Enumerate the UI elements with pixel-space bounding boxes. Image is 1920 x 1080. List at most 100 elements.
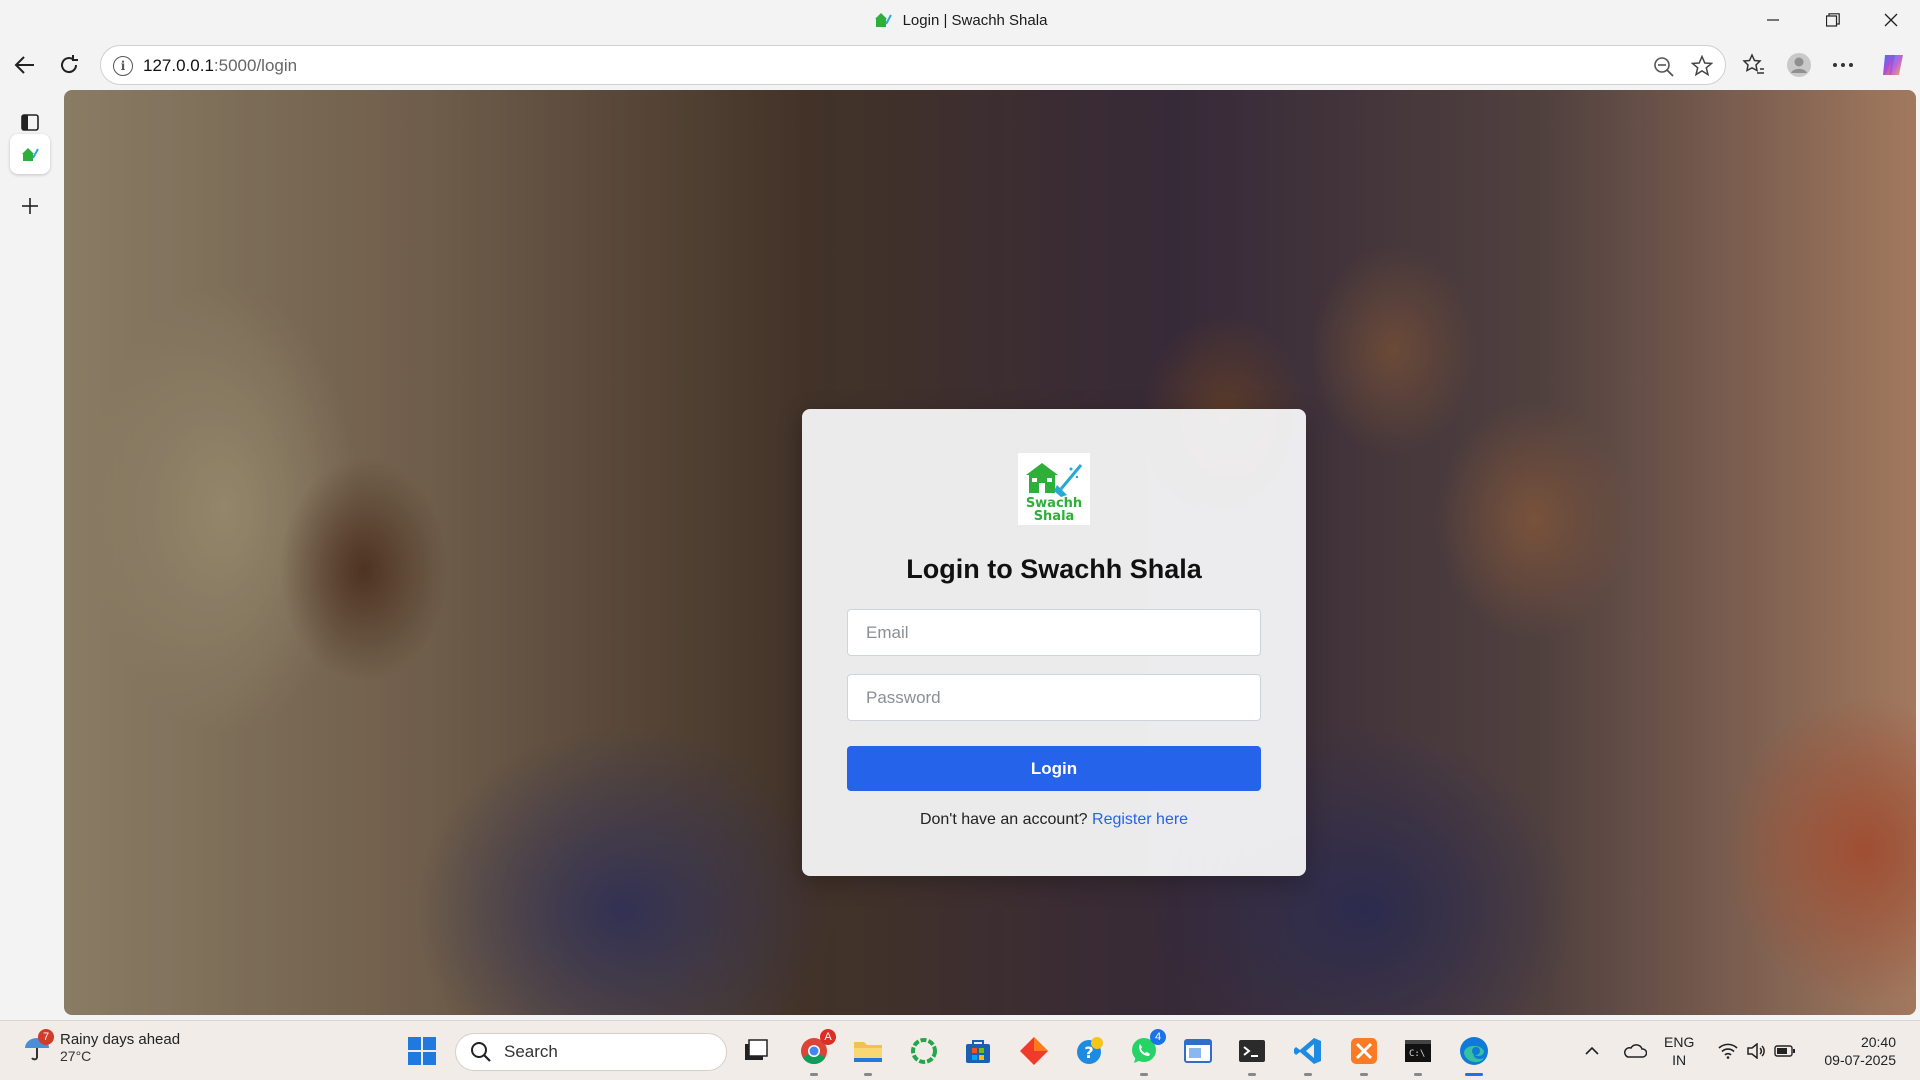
- vscode-icon: [1294, 1038, 1321, 1064]
- svg-text:?: ?: [1084, 1043, 1093, 1062]
- login-button[interactable]: Login: [847, 746, 1261, 791]
- green-ring-app-icon: [911, 1038, 937, 1064]
- swachh-shala-tab-favicon-icon: [22, 148, 39, 161]
- tab-swachh-shala-login[interactable]: [10, 134, 50, 174]
- zoom-out-icon[interactable]: [1653, 56, 1675, 78]
- battery-icon: [1774, 1045, 1795, 1057]
- minimize-icon: [1767, 19, 1779, 21]
- weather-widget[interactable]: 7 Rainy days ahead 27°C: [22, 1028, 181, 1064]
- title-bar: Login | Swachh Shala: [0, 0, 1920, 40]
- swachh-shala-favicon-icon: [874, 13, 892, 27]
- volume-button[interactable]: [1742, 1021, 1770, 1080]
- question-help-icon: ?: [1077, 1037, 1103, 1064]
- more-options-icon: [1833, 63, 1853, 67]
- window-title-text: Login | Swachh Shala: [902, 11, 1048, 29]
- school-broom-logo-icon: [1026, 463, 1083, 497]
- profile-avatar-icon: [1787, 53, 1811, 77]
- clock-date: 09-07-2025: [1824, 1052, 1896, 1068]
- clock-time: 20:40: [1860, 1034, 1896, 1050]
- chevron-up-icon: [1585, 1046, 1599, 1055]
- show-hidden-icons-button[interactable]: [1580, 1021, 1604, 1080]
- taskbar-whatsapp[interactable]: 4: [1126, 1029, 1166, 1076]
- windows-start-icon: [408, 1037, 436, 1065]
- folder-icon: [854, 1042, 882, 1062]
- task-view-icon: [745, 1039, 768, 1060]
- taskbar-microsoft-store[interactable]: [960, 1033, 996, 1069]
- store-bag-icon: [966, 1040, 990, 1063]
- vertical-tabs-sidebar: [0, 90, 60, 1020]
- tab-actions-icon: [21, 114, 39, 131]
- refresh-icon: [61, 55, 78, 74]
- back-arrow-icon: [14, 56, 34, 74]
- new-tab-button[interactable]: [10, 186, 50, 226]
- start-button[interactable]: [404, 1033, 440, 1069]
- onedrive-button[interactable]: [1620, 1021, 1650, 1080]
- cloud-icon: [1624, 1044, 1647, 1058]
- command-prompt-icon: C:\: [1405, 1040, 1431, 1062]
- taskbar-search-box[interactable]: Search: [455, 1033, 727, 1071]
- address-bar[interactable]: i 127.0.0.1:5000/login: [100, 45, 1726, 85]
- password-field[interactable]: [847, 674, 1261, 721]
- taskbar-helper-app[interactable]: ?: [1072, 1033, 1108, 1069]
- settings-more-button[interactable]: [1826, 48, 1860, 82]
- swachh-shala-logo: Swachh Shala: [1018, 453, 1090, 525]
- weather-title: Rainy days ahead: [60, 1031, 181, 1048]
- taskbar-terminal[interactable]: [1234, 1033, 1270, 1076]
- taskbar-vscode[interactable]: [1290, 1033, 1326, 1076]
- minimize-button[interactable]: [1750, 0, 1796, 40]
- task-view-button[interactable]: [738, 1033, 774, 1069]
- edge-icon: [1460, 1037, 1488, 1065]
- register-link[interactable]: Register here: [1092, 811, 1188, 828]
- svg-text:C:\: C:\: [1409, 1049, 1425, 1059]
- region-code: IN: [1672, 1052, 1687, 1068]
- register-prompt: Don't have an account? Register here: [802, 811, 1306, 829]
- taskbar-green-app[interactable]: [906, 1033, 942, 1069]
- taskbar-command-prompt[interactable]: C:\: [1400, 1033, 1436, 1076]
- logo-text-shala: Shala: [1033, 509, 1075, 524]
- system-clock[interactable]: 20:40 09-07-2025: [1810, 1033, 1896, 1069]
- weather-temperature: 27°C: [60, 1048, 92, 1064]
- wifi-button[interactable]: [1714, 1021, 1742, 1080]
- speaker-icon: [1747, 1043, 1765, 1059]
- restore-icon: [1826, 13, 1840, 27]
- copilot-icon: [1883, 55, 1903, 75]
- input-language-indicator[interactable]: ENG IN: [1664, 1033, 1694, 1069]
- terminal-icon: [1239, 1040, 1265, 1062]
- search-icon: [471, 1042, 491, 1062]
- taskbar-edge[interactable]: [1456, 1033, 1492, 1076]
- taskbar-xampp[interactable]: [1346, 1033, 1382, 1076]
- page-background-photo: Swachh Shala Login to Swachh Shala Login…: [64, 90, 1916, 1015]
- favorite-star-icon[interactable]: [1691, 55, 1713, 77]
- close-icon: [1884, 13, 1898, 27]
- navigation-bar: i 127.0.0.1:5000/login: [0, 40, 1920, 90]
- taskbar: 7 Rainy days ahead 27°C Search A ? 4 C:\…: [0, 1020, 1920, 1080]
- weather-umbrella-icon: 7: [22, 1028, 54, 1063]
- whatsapp-unread-badge: 4: [1150, 1029, 1166, 1045]
- favorites-list-icon: [1742, 53, 1764, 74]
- chrome-profile-badge: A: [820, 1029, 836, 1045]
- profile-button[interactable]: [1782, 48, 1816, 82]
- battery-button[interactable]: [1770, 1021, 1800, 1080]
- plus-icon: [22, 198, 38, 214]
- login-heading: Login to Swachh Shala: [906, 554, 1202, 584]
- taskbar-diamond-app[interactable]: [1016, 1033, 1052, 1069]
- copilot-button[interactable]: [1876, 48, 1910, 82]
- weather-alert-badge: 7: [38, 1028, 54, 1045]
- window-title: Login | Swachh Shala: [0, 0, 1920, 40]
- login-card: Swachh Shala Login to Swachh Shala Login…: [802, 409, 1306, 876]
- taskbar-window-app[interactable]: [1180, 1033, 1216, 1069]
- taskbar-file-explorer[interactable]: [850, 1033, 886, 1076]
- language-code: ENG: [1664, 1034, 1695, 1050]
- taskbar-chrome[interactable]: A: [796, 1029, 836, 1076]
- site-info-icon[interactable]: i: [113, 56, 133, 76]
- search-label: Search: [504, 1042, 558, 1061]
- wifi-icon: [1718, 1043, 1738, 1059]
- refresh-button[interactable]: [52, 48, 86, 82]
- close-window-button[interactable]: [1868, 0, 1914, 40]
- favorites-button[interactable]: [1737, 48, 1771, 82]
- restore-button[interactable]: [1810, 0, 1856, 40]
- register-prompt-text: Don't have an account?: [919, 811, 1088, 828]
- email-field[interactable]: [847, 609, 1261, 656]
- url-text[interactable]: 127.0.0.1:5000/login: [143, 46, 297, 86]
- back-button[interactable]: [8, 48, 42, 82]
